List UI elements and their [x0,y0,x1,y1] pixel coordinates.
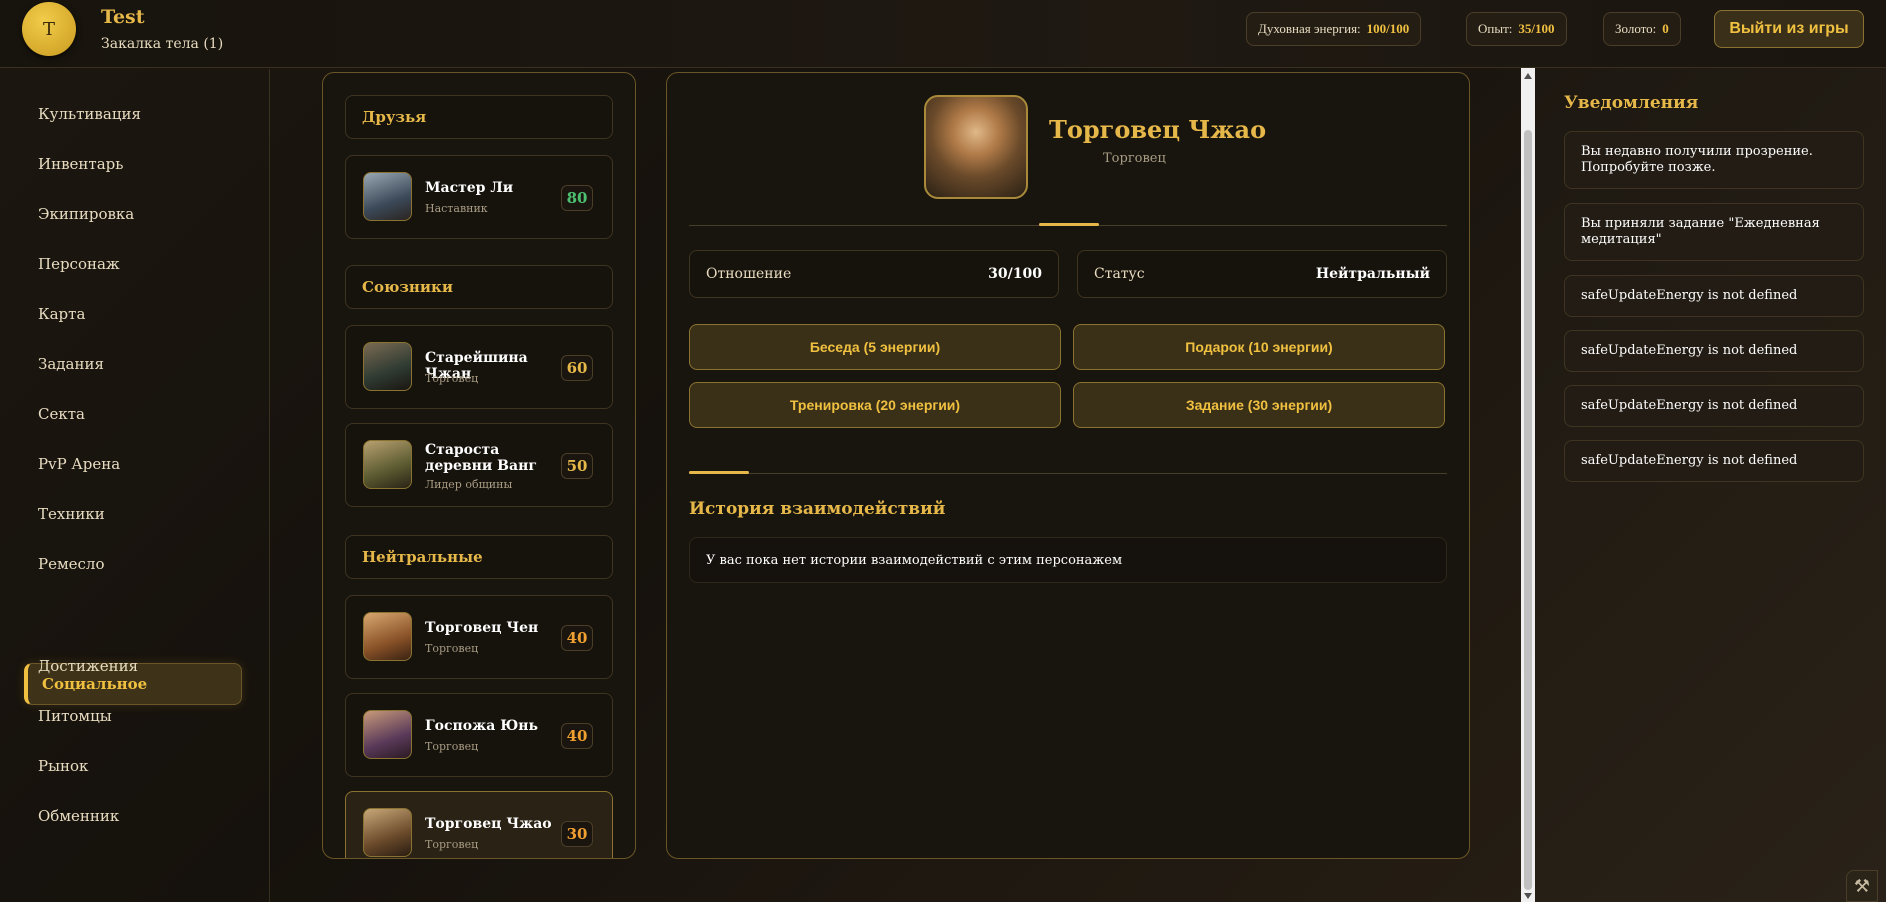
sidebar-divider [269,69,270,902]
contact-card[interactable]: Госпожа Юнь Торговец 40 [345,693,613,777]
history-divider [689,473,1447,474]
relation-box: Отношение 30/100 [689,250,1059,298]
relation-score: 30 [561,821,593,847]
history-title: История взаимодействий [689,499,946,519]
contact-role: Наставник [425,202,488,215]
npc-role: Торговец [1103,151,1166,166]
sidebar-item-exchange[interactable]: Обменник [38,807,119,825]
notification-item: safeUpdateEnergy is not defined [1564,330,1864,372]
notification-item: safeUpdateEnergy is not defined [1564,440,1864,482]
sidebar-nav: Культивация Инвентарь Экипировка Персона… [0,69,270,902]
contact-name: Торговец Чен [425,620,539,636]
npc-portrait [363,172,412,221]
notification-item: Вы приняли задание "Ежедневная медитация… [1564,203,1864,261]
stat-value: 35/100 [1518,21,1555,36]
gold-stat: Золото: 0 [1603,12,1681,46]
scroll-down-arrow-icon[interactable] [1524,893,1532,899]
relation-value: 30/100 [988,266,1042,282]
notification-item: safeUpdateEnergy is not defined [1564,275,1864,317]
relation-score: 80 [561,185,593,211]
divider-accent [689,471,749,474]
avatar[interactable]: T [22,2,76,56]
main-scrollbar[interactable] [1521,68,1535,902]
experience-stat: Опыт: 35/100 [1466,12,1567,46]
logout-button[interactable]: Выйти из игры [1714,10,1864,48]
status-label: Статус [1094,266,1145,282]
sidebar-item-sect[interactable]: Секта [38,405,85,423]
contact-role: Лидер общины [425,478,513,491]
group-neutral[interactable]: Нейтральные [345,535,613,579]
contact-role: Торговец [425,642,479,655]
stat-label: Золото: [1615,21,1657,36]
npc-portrait [363,808,412,857]
notifications-panel [1536,68,1886,902]
contact-name: Староста деревни Ванг [425,442,537,474]
sidebar-item-achievements[interactable]: Достижения [38,657,138,675]
scroll-up-arrow-icon[interactable] [1524,73,1532,79]
npc-large-portrait [924,95,1028,199]
npc-portrait [363,710,412,759]
stat-value: 0 [1662,21,1669,36]
notifications-title: Уведомления [1564,93,1699,113]
contact-role: Торговец [425,838,479,851]
contact-name: Торговец Чжао [425,816,552,832]
quest-button[interactable]: Задание (30 энергии) [1073,382,1445,428]
group-friends[interactable]: Друзья [345,95,613,139]
sidebar-item-equipment[interactable]: Экипировка [38,205,134,223]
cultivation-rank: Закалка тела (1) [101,36,224,52]
relation-label: Отношение [706,266,792,282]
contacts-panel[interactable]: Друзья Мастер Ли Наставник 80 Союзники С… [322,72,636,859]
stat-value: 100/100 [1366,21,1410,36]
spirit-energy-stat: Духовная энергия: 100/100 [1246,12,1422,46]
history-empty: У вас пока нет истории взаимодействий с … [689,537,1447,583]
stat-label: Опыт: [1478,21,1513,36]
group-allies[interactable]: Союзники [345,265,613,309]
divider-accent [1039,223,1099,226]
contact-card-selected[interactable]: Торговец Чжао Торговец 30 [345,791,613,858]
contact-role: Торговец [425,372,479,385]
relation-score: 40 [561,625,593,651]
notification-item: safeUpdateEnergy is not defined [1564,385,1864,427]
training-button[interactable]: Тренировка (20 энергии) [689,382,1061,428]
username: Test [101,6,145,28]
npc-portrait [363,440,412,489]
sidebar-item-quests[interactable]: Задания [38,355,104,373]
npc-name: Торговец Чжао [1049,115,1267,144]
sidebar-item-techniques[interactable]: Техники [38,505,105,523]
relation-score: 60 [561,355,593,381]
contact-card[interactable]: Торговец Чен Торговец 40 [345,595,613,679]
sidebar-item-pvp[interactable]: PvP Арена [38,455,120,473]
status-value: Нейтральный [1315,266,1430,282]
tools-icon[interactable]: ⚒ [1846,870,1878,902]
scroll-thumb[interactable] [1524,130,1532,890]
talk-button[interactable]: Беседа (5 энергии) [689,324,1061,370]
sidebar-item-inventory[interactable]: Инвентарь [38,155,123,173]
sidebar-item-map[interactable]: Карта [38,305,85,323]
top-header: T Test Закалка тела (1) Духовная энергия… [0,0,1886,68]
gift-button[interactable]: Подарок (10 энергии) [1073,324,1445,370]
sidebar-item-character[interactable]: Персонаж [38,255,120,273]
contact-name: Госпожа Юнь [425,718,538,734]
sidebar-item-cultivation[interactable]: Культивация [38,105,141,123]
contact-card[interactable]: Мастер Ли Наставник 80 [345,155,613,239]
npc-portrait [363,612,412,661]
contact-card[interactable]: Старейшина Чжан Торговец 60 [345,325,613,409]
relation-score: 40 [561,723,593,749]
status-box: Статус Нейтральный [1077,250,1447,298]
notification-item: Вы недавно получили прозрение. Попробуйт… [1564,131,1864,189]
sidebar-item-crafting[interactable]: Ремесло [38,555,104,573]
stat-label: Духовная энергия: [1258,21,1361,36]
npc-detail-panel: Торговец Чжао Торговец Отношение 30/100 … [666,72,1470,859]
contact-role: Торговец [425,740,479,753]
contact-name: Мастер Ли [425,180,514,196]
contact-card[interactable]: Староста деревни Ванг Лидер общины 50 [345,423,613,507]
sidebar-item-market[interactable]: Рынок [38,757,88,775]
npc-portrait [363,342,412,391]
relation-score: 50 [561,453,593,479]
sidebar-item-pets[interactable]: Питомцы [38,707,112,725]
